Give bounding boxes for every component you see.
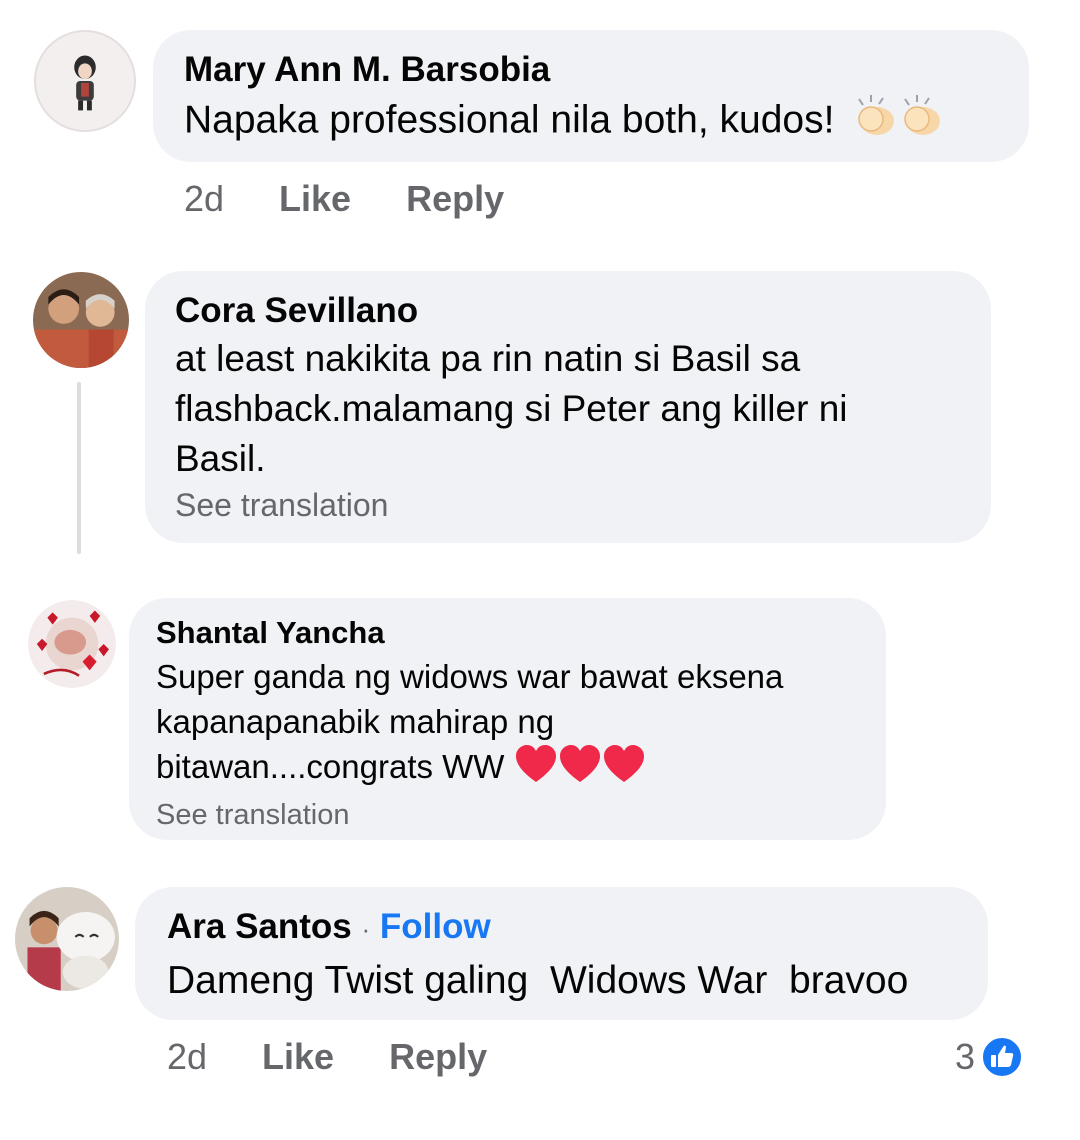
comment-text: at least nakikita pa rin natin si Basil … [175,334,991,484]
avatar-cora[interactable] [33,272,129,368]
reaction-count: 3 [955,1036,976,1077]
like-thumb-icon [981,1036,1024,1078]
reply-button[interactable]: Reply [389,1036,487,1078]
comment-text-content: bitawan....congrats WW [156,748,505,786]
comment-text-line: Super ganda ng widows war bawat eksena [156,658,784,695]
comment-text-content: Napaka professional nila both, kudos! [184,98,835,142]
thread-line [77,382,81,554]
comment-text-line-with-emoji: bitawan....congrats WW [156,744,886,795]
separator-dot: · [361,914,371,944]
comment-author-row: Ara Santos · Follow [167,907,988,949]
clapping-hands-icon [899,93,945,151]
like-button[interactable]: Like [279,178,351,220]
comment-bubble-ara: Ara Santos · Follow Dameng Twist galing … [135,887,988,1020]
red-heart-icon [558,744,602,795]
avatar-mary-ann[interactable] [34,30,136,132]
avatar-figure-icon [36,32,134,130]
avatar-shantal[interactable] [28,600,116,688]
avatar-photo-icon [33,272,129,368]
comment-author[interactable]: Ara Santos [167,907,352,946]
reply-button[interactable]: Reply [406,178,504,220]
comment-author[interactable]: Shantal Yancha [156,615,886,651]
comment-author[interactable]: Cora Sevillano [175,291,991,331]
comment-text: Napaka professional nila both, kudos! [184,93,1029,151]
red-heart-icon [514,744,558,795]
comment-actions: 2d Like Reply [184,178,504,220]
clapping-hands-icon [853,93,899,151]
see-translation-link[interactable]: See translation [175,484,991,526]
avatar-ara[interactable] [15,887,119,991]
comment-bubble-shantal: Shantal Yancha Super ganda ng widows war… [129,598,886,840]
comment-text: Dameng Twist galing Widows War bravoo [167,959,909,1002]
comment-timestamp[interactable]: 2d [184,178,224,220]
comment-bubble-cora: Cora Sevillano at least nakikita pa rin … [145,271,991,543]
comment-timestamp[interactable]: 2d [167,1036,207,1078]
like-button[interactable]: Like [262,1036,334,1078]
red-heart-icon [602,744,646,795]
comment-text: Super ganda ng widows war bawat eksena k… [156,654,886,795]
comment-author[interactable]: Mary Ann M. Barsobia [184,50,1029,90]
comment-text-line: at least nakikita pa rin natin si Basil … [175,338,801,379]
follow-button[interactable]: Follow [380,907,491,946]
reaction-summary[interactable]: 3 [955,1036,1024,1078]
avatar-hearts-icon [28,600,116,688]
comment-text-line: Basil. [175,438,266,479]
comment-actions: 2d Like Reply [167,1036,487,1078]
see-translation-link[interactable]: See translation [156,795,886,835]
comment-bubble-mary-ann: Mary Ann M. Barsobia Napaka professional… [153,30,1029,162]
comment-text-line: kapanapanabik mahirap ng [156,703,555,740]
comment-text-line: flashback.malamang si Peter ang killer n… [175,388,848,429]
avatar-photo-icon [15,887,119,991]
